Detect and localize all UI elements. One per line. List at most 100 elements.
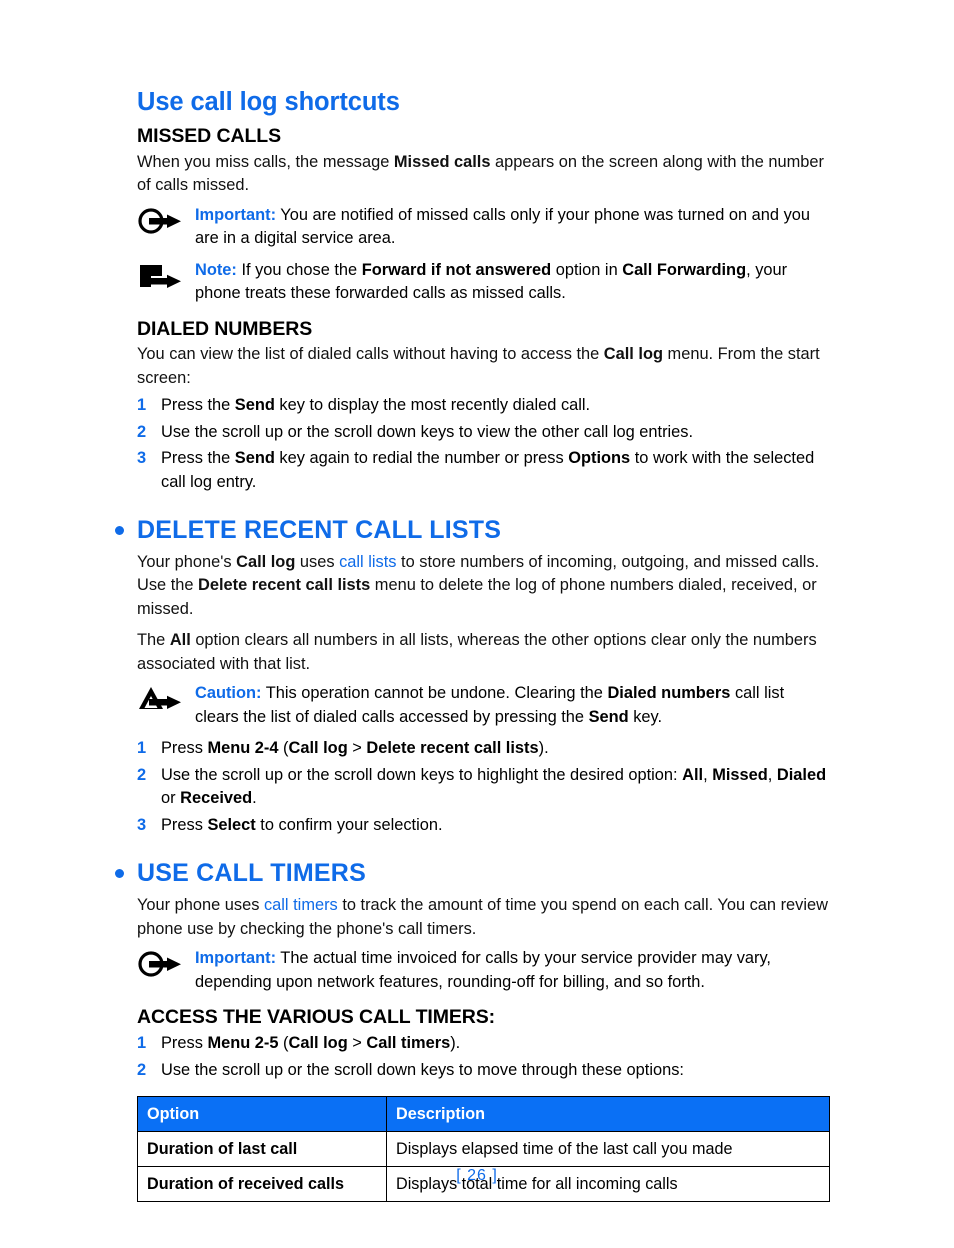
section-delete-recent-call-lists: DELETE RECENT CALL LISTS [115, 516, 831, 545]
callout-important: Important: You are notified of missed ca… [137, 204, 831, 251]
text-bold: Dialed [776, 765, 827, 784]
important-icon [137, 950, 183, 980]
important-icon [137, 207, 183, 237]
section-body: Your phone's Call log uses call lists to… [137, 551, 831, 838]
step-number: 3 [137, 815, 147, 834]
text-bold: Delete recent call lists [366, 739, 539, 758]
text-run: ( [278, 739, 289, 758]
text-bold: Send [234, 396, 275, 415]
page-number: [ 26 ] [456, 1167, 498, 1184]
text-bold: Call log [288, 739, 348, 758]
text-run: If you chose the [236, 260, 362, 279]
callout-label: Caution: [195, 684, 262, 703]
callout-caution-text: Caution: This operation cannot be undone… [195, 682, 831, 729]
text-run: ). [538, 739, 549, 758]
call-timers-table-wrapper: Option Description Duration of last call… [137, 1096, 830, 1203]
text-run: This operation cannot be undone. Clearin… [261, 684, 608, 703]
text-run: > [347, 739, 367, 758]
text-bold: All [169, 631, 191, 650]
list-item: 2 Use the scroll up or the scroll down k… [137, 1059, 831, 1083]
heading-dialed-numbers: DIALED NUMBERS [137, 317, 313, 340]
text-run: Your phone's [137, 552, 237, 571]
section-use-call-timers: USE CALL TIMERS [115, 859, 831, 888]
note-icon [137, 262, 183, 292]
text-run: Press [161, 1034, 208, 1053]
text-bold: Menu 2-4 [207, 739, 279, 758]
callout-note-text: Note: If you chose the Forward if not an… [195, 259, 831, 306]
step-number: 1 [137, 396, 147, 415]
step-text: Use the scroll up or the scroll down key… [161, 421, 831, 445]
section-body: Your phone uses call timers to track the… [137, 894, 831, 1203]
paragraph: Your phone uses call timers to track the… [137, 894, 831, 941]
paragraph-dialed-numbers: You can view the list of dialed calls wi… [137, 343, 831, 390]
list-item: 1 Press Menu 2-4 (Call log > Delete rece… [137, 737, 831, 761]
text-bold: Received [180, 789, 253, 808]
inline-term-call-timers: call timers [263, 896, 338, 915]
step-text: Use the scroll up or the scroll down key… [161, 764, 831, 811]
list-item: 1 Press Menu 2-5 (Call log > Call timers… [137, 1032, 831, 1056]
table-row: Duration of last call Displays elapsed t… [137, 1131, 830, 1168]
text-run: Use the scroll up or the scroll down key… [161, 1060, 684, 1079]
column-header-option: Option [137, 1096, 387, 1133]
section-title: DELETE RECENT CALL LISTS [137, 516, 502, 545]
step-text: Press the Send key again to redial the n… [161, 447, 831, 494]
table-header-row: Option Description [137, 1096, 830, 1133]
cell-option: Duration of last call [137, 1131, 387, 1168]
text-bold: Call log [603, 345, 663, 364]
callout-important: Important: The actual time invoiced for … [137, 947, 831, 994]
text-run: Press [161, 815, 208, 834]
text-bold: All [682, 765, 704, 784]
call-timers-table: Option Description Duration of last call… [137, 1096, 830, 1203]
text-bold: Missed calls [393, 152, 491, 171]
text-run: option in [551, 260, 623, 279]
text-bold: Delete recent call lists [198, 576, 371, 595]
text-bold: Missed [712, 765, 768, 784]
text-run: key to display the most recently dialed … [274, 396, 591, 415]
callout-label: Important: [195, 205, 277, 224]
paragraph-missed-calls: When you miss calls, the message Missed … [137, 151, 831, 198]
text-bold: Options [568, 449, 631, 468]
text-run: ( [278, 1034, 289, 1053]
list-item: 1 Press the Send key to display the most… [137, 394, 831, 418]
step-text: Press Menu 2-4 (Call log > Delete recent… [161, 737, 831, 761]
text-run: Use the scroll up or the scroll down key… [161, 422, 694, 441]
caution-icon [137, 685, 183, 715]
paragraph: Your phone's Call log uses call lists to… [137, 551, 831, 622]
text-bold: Send [588, 707, 629, 726]
list-item: 3 Press the Send key again to redial the… [137, 447, 831, 494]
paragraph: The All option clears all numbers in all… [137, 629, 831, 676]
text-bold: Dialed numbers [607, 684, 731, 703]
cell-description: Displays elapsed time of the last call y… [386, 1131, 830, 1168]
text-run: Press the [161, 449, 235, 468]
text-run: You are notified of missed calls only if… [195, 205, 810, 248]
heading-access-call-timers: ACCESS THE VARIOUS CALL TIMERS: [137, 1006, 496, 1029]
text-run: . [252, 789, 257, 808]
text-bold: Forward if not answered [361, 260, 552, 279]
text-run: uses [295, 552, 340, 571]
list-item: 3 Press Select to confirm your selection… [137, 814, 831, 838]
step-text: Use the scroll up or the scroll down key… [161, 1059, 831, 1083]
text-run: The [137, 631, 170, 650]
page-title: Use call log shortcuts [137, 88, 400, 116]
inline-term-call-lists: call lists [339, 552, 397, 571]
text-bold: Call Forwarding [622, 260, 747, 279]
text-run: , [703, 765, 713, 784]
text-run: The actual time invoiced for calls by yo… [195, 949, 771, 991]
text-bold: Send [234, 449, 275, 468]
bullet-icon [115, 526, 124, 536]
text-run: > [347, 1034, 367, 1053]
step-number: 2 [137, 422, 147, 441]
callout-label: Note: [195, 260, 237, 279]
text-bold: Call timers [366, 1034, 451, 1053]
bullet-icon [115, 869, 124, 879]
text-run: Press the [161, 396, 235, 415]
document-page: Use call log shortcuts MISSED CALLS When… [0, 0, 954, 1248]
callout-caution: Caution: This operation cannot be undone… [137, 682, 831, 729]
step-text: Press Menu 2-5 (Call log > Call timers). [161, 1032, 831, 1056]
list-item: 2 Use the scroll up or the scroll down k… [137, 421, 831, 445]
text-run: key. [628, 707, 663, 726]
text-run: or [161, 789, 181, 808]
column-header-description: Description [386, 1096, 830, 1133]
callout-important-text: Important: The actual time invoiced for … [195, 947, 831, 994]
text-bold: Select [207, 815, 256, 834]
